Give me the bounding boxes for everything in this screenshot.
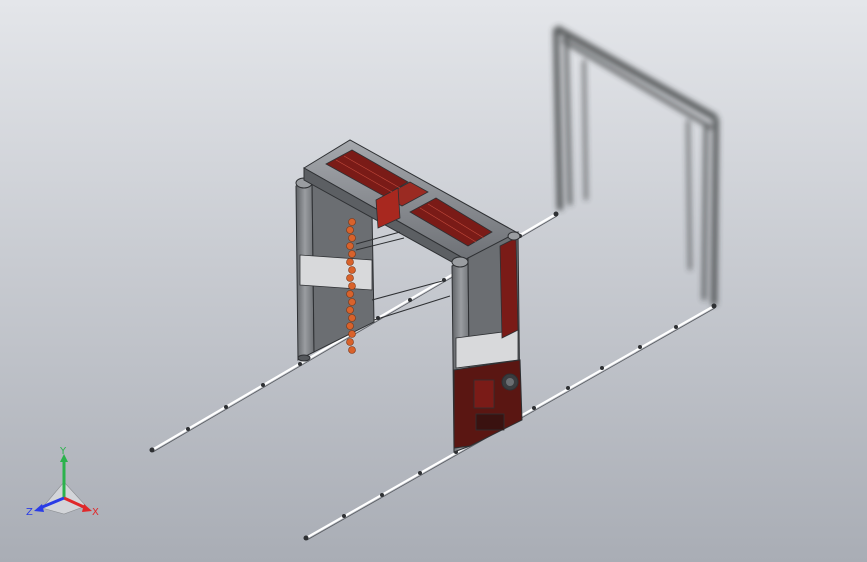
model-scene[interactable]	[0, 0, 867, 562]
triad-x-label: X	[92, 507, 99, 518]
orientation-triad[interactable]: Y X Z	[24, 446, 108, 526]
triad-y-label: Y	[59, 446, 67, 457]
gantry-shadow	[553, 24, 719, 306]
triad-z-label: Z	[26, 507, 33, 518]
floor-rails	[151, 213, 716, 541]
rail-studs	[149, 211, 717, 541]
graphics-viewport[interactable]: Y X Z	[0, 0, 867, 562]
triad-z-arrow	[34, 504, 44, 512]
control-cabinet[interactable]	[453, 359, 523, 449]
